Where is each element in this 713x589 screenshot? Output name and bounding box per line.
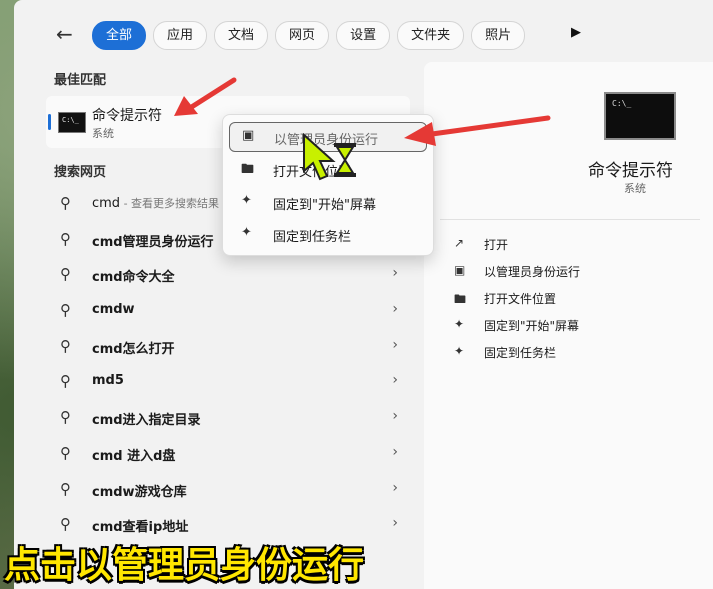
detail-title: 命令提示符 (588, 161, 673, 181)
chevron-right-icon: › (392, 372, 398, 389)
action-label: 固定到任务栏 (484, 346, 557, 360)
web-result-text: cmdw (92, 302, 135, 318)
web-result-item[interactable]: ⚲ cmd命令大全 › (46, 257, 398, 293)
action-label: 以管理员身份运行 (484, 265, 581, 279)
chevron-right-icon: › (392, 515, 398, 532)
search-icon: ⚲ (60, 336, 71, 355)
chevron-right-icon: › (392, 479, 398, 496)
search-icon: ⚲ (60, 479, 71, 498)
web-result-item[interactable]: ⚲ cmd 进入d盘 › (46, 436, 398, 472)
web-result-item[interactable]: ⚲ cmdw游戏仓库 › (46, 472, 398, 508)
chevron-right-icon: › (392, 301, 398, 318)
web-result-text: md5 (92, 373, 124, 389)
tab-all[interactable]: 全部 (92, 21, 147, 50)
menu-item-label: 固定到任务栏 (273, 230, 352, 245)
best-match-title: 命令提示符 (92, 108, 162, 124)
web-result-item[interactable]: ⚲ cmd进入指定目录 › (46, 400, 398, 436)
tab-documents[interactable]: 文档 (214, 21, 269, 50)
pin-icon: ✦ (454, 317, 465, 331)
red-arrow-icon (174, 77, 237, 116)
chevron-right-icon: › (392, 336, 398, 353)
back-arrow-icon[interactable]: ← (56, 22, 73, 46)
pin-icon: ✦ (241, 193, 252, 208)
terminal-icon: C:\_ (604, 92, 676, 140)
folder-icon: 🖿 (241, 162, 255, 177)
action-label: 固定到"开始"屏幕 (484, 319, 580, 333)
web-result-text: cmd管理员身份运行 (92, 234, 214, 250)
hourglass-icon (334, 143, 356, 177)
tab-settings[interactable]: 设置 (336, 21, 391, 50)
search-icon: ⚲ (60, 372, 71, 391)
action-label: 打开 (484, 238, 509, 252)
web-result-text: cmd命令大全 (92, 270, 175, 286)
tab-web[interactable]: 网页 (275, 21, 330, 50)
open-external-icon: ↗ (454, 236, 465, 250)
menu-item-pin-taskbar[interactable]: ✦ 固定到任务栏 (229, 220, 425, 248)
divider (440, 219, 700, 220)
web-result-hint: - 查看更多搜索结果 (120, 197, 220, 210)
detail-subtitle: 系统 (624, 182, 646, 195)
filter-tabs: 全部 应用 文档 网页 设置 文件夹 照片 (92, 21, 526, 50)
search-icon: ⚲ (60, 229, 71, 248)
menu-item-label: 固定到"开始"屏幕 (273, 198, 376, 213)
web-result-text: cmdw游戏仓库 (92, 484, 187, 500)
tab-photos[interactable]: 照片 (471, 21, 526, 50)
web-result-item[interactable]: ⚲ md5 › (46, 364, 398, 400)
shield-window-icon: ▣ (242, 128, 255, 143)
web-result-item[interactable]: ⚲ cmd怎么打开 › (46, 329, 398, 365)
web-result-text: cmd怎么打开 (92, 341, 175, 357)
shield-window-icon: ▣ (454, 263, 466, 277)
selection-indicator (48, 114, 51, 130)
pin-icon: ✦ (241, 225, 252, 240)
chevron-right-icon: › (392, 443, 398, 460)
tab-folders[interactable]: 文件夹 (397, 21, 465, 50)
chevron-right-icon: › (392, 408, 398, 425)
web-result-item[interactable]: ⚲ cmdw › (46, 293, 398, 329)
action-label: 打开文件位置 (484, 292, 557, 306)
web-result-text: cmd查看ip地址 (92, 520, 189, 536)
terminal-icon: C:\_ (58, 112, 86, 133)
search-icon: ⚲ (60, 265, 71, 284)
search-icon: ⚲ (60, 194, 71, 212)
search-filter-bar: ← 全部 应用 文档 网页 设置 文件夹 照片 ▶ (14, 0, 713, 62)
search-icon: ⚲ (60, 515, 71, 534)
best-match-subtitle: 系统 (92, 127, 114, 140)
web-result-text: cmd (92, 196, 121, 211)
web-search-label: 搜索网页 (54, 165, 107, 180)
search-icon: ⚲ (60, 443, 71, 462)
best-match-label: 最佳匹配 (54, 73, 107, 88)
menu-item-pin-start[interactable]: ✦ 固定到"开始"屏幕 (229, 188, 425, 216)
folder-icon: 🖿 (454, 292, 467, 306)
search-icon: ⚲ (60, 301, 71, 320)
more-tabs-play-icon[interactable]: ▶ (571, 25, 581, 40)
search-panel: ← 全部 应用 文档 网页 设置 文件夹 照片 ▶ 最佳匹配 C:\_ 命令提示… (14, 0, 713, 589)
red-arrow-icon (404, 115, 551, 146)
tutorial-caption: 点击以管理员身份运行 (4, 545, 365, 586)
web-result-text: cmd进入指定目录 (92, 413, 201, 429)
chevron-right-icon: › (392, 265, 398, 282)
tab-apps[interactable]: 应用 (153, 21, 208, 50)
pin-icon: ✦ (454, 344, 465, 358)
search-icon: ⚲ (60, 408, 71, 427)
web-result-text: cmd 进入d盘 (92, 448, 176, 464)
